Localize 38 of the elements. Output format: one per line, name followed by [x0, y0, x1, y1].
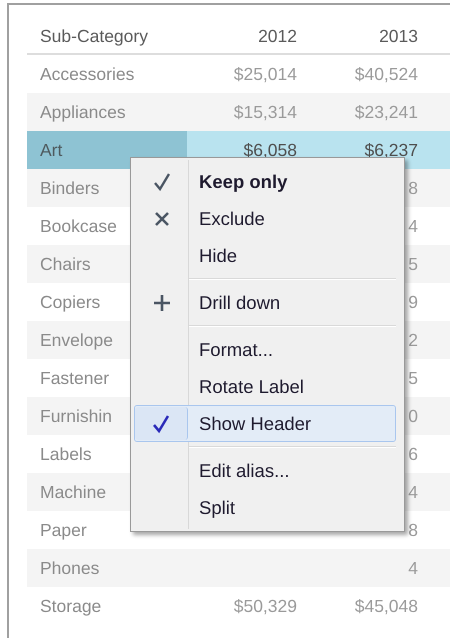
- table-cell: 8: [408, 178, 418, 198]
- row-header[interactable]: Phones: [27, 549, 187, 587]
- column-header: Sub-Category: [39, 26, 149, 46]
- column-header: 2012: [257, 26, 297, 46]
- row-header[interactable]: Appliances: [27, 93, 187, 131]
- plus-icon: [152, 294, 170, 312]
- table-cell: $6,237: [364, 140, 418, 160]
- table-cell: $15,314: [234, 102, 297, 122]
- table-cell: 4: [408, 216, 418, 236]
- checkmark-icon: [152, 172, 170, 192]
- table-cell: 5: [408, 254, 418, 274]
- table-cell: 4: [408, 558, 418, 578]
- menu-item[interactable]: Rotate Label: [134, 368, 396, 405]
- table-cell: 0: [408, 406, 418, 426]
- menu-item[interactable]: Exclude: [134, 200, 396, 237]
- menu-item[interactable]: Format...: [134, 331, 396, 368]
- checkmark-icon: [152, 414, 170, 434]
- menu-item[interactable]: Drill down: [134, 284, 396, 321]
- menu-item[interactable]: Edit alias...: [134, 452, 396, 489]
- table-cell: 8: [408, 520, 418, 540]
- close-icon: [154, 210, 170, 226]
- table-cell: 4: [408, 482, 418, 502]
- row-header[interactable]: Accessories: [27, 55, 187, 93]
- table-cell: $50,329: [234, 596, 297, 616]
- table-cell: $45,048: [354, 596, 418, 616]
- row-header[interactable]: Storage: [27, 587, 187, 625]
- table-cell: $40,524: [354, 64, 418, 84]
- menu-item[interactable]: Show Header: [134, 405, 396, 442]
- menu-item[interactable]: Hide: [134, 237, 396, 274]
- table-cell: 2: [408, 330, 418, 350]
- menu-item[interactable]: Split: [134, 489, 396, 526]
- table-cell: $23,241: [354, 102, 418, 122]
- table-cell: 5: [408, 368, 418, 388]
- table-cell: $6,058: [243, 140, 297, 160]
- table-cell: 6: [408, 444, 418, 464]
- table-cell: $25,014: [234, 64, 297, 84]
- column-header: 2013: [378, 26, 418, 46]
- table-cell: 9: [408, 292, 418, 312]
